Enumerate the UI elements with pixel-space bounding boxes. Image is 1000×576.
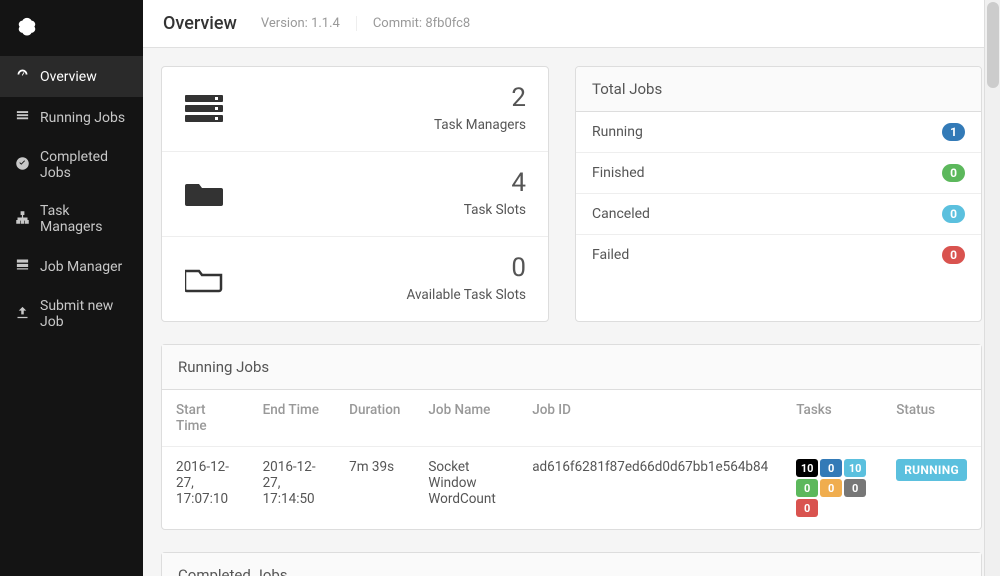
header: Overview Version: 1.1.4 Commit: 8fb0fc8 (143, 0, 1000, 48)
stat-task-slots: 4Task Slots (162, 152, 548, 237)
main: Overview Version: 1.1.4 Commit: 8fb0fc8 … (143, 0, 1000, 576)
logo (0, 10, 143, 56)
nav-running-jobs[interactable]: Running Jobs (0, 97, 143, 138)
total-label: Canceled (592, 206, 650, 222)
scrollbar-thumb[interactable] (987, 2, 999, 88)
total-row: Failed 0 (576, 235, 981, 275)
nav-overview[interactable]: Overview (0, 56, 143, 97)
panel-heading: Running Jobs (162, 345, 981, 390)
stat-available-slots: 0Available Task Slots (162, 237, 548, 321)
nav-label: Task Managers (40, 203, 129, 235)
task-badge: 0 (844, 479, 866, 497)
col-header: Job Name (414, 390, 518, 447)
nav-label: Running Jobs (40, 110, 125, 126)
panel-heading: Completed Jobs (162, 553, 981, 576)
folder-open-icon (184, 261, 224, 297)
nav-label: Submit new Job (40, 298, 129, 330)
nav-label: Completed Jobs (40, 149, 129, 181)
panel-heading: Total Jobs (576, 67, 981, 112)
col-header: Duration (335, 390, 414, 447)
col-header: Tasks (782, 390, 882, 447)
nav-task-managers[interactable]: Task Managers (0, 192, 143, 246)
task-badge: 10 (844, 459, 866, 477)
server-icon (14, 257, 30, 276)
count-badge: 0 (942, 164, 965, 182)
task-badge: 0 (796, 479, 818, 497)
version-meta: Version: 1.1.4 (261, 16, 340, 31)
commit-meta: Commit: 8fb0fc8 (356, 16, 470, 31)
running-jobs-panel: Running Jobs Start TimeEnd TimeDurationJ… (161, 344, 982, 530)
task-badge: 0 (796, 499, 818, 517)
stat-task-managers: 2Task Managers (162, 67, 548, 152)
page-title: Overview (163, 13, 237, 34)
task-badges: 100100000 (796, 459, 868, 517)
total-label: Finished (592, 165, 645, 181)
content[interactable]: 2Task Managers 4Task Slots 0Available Ta… (143, 48, 1000, 576)
total-row: Canceled 0 (576, 194, 981, 235)
nav-label: Overview (40, 69, 97, 85)
list-icon (14, 108, 30, 127)
col-header: Status (882, 390, 981, 447)
total-row: Finished 0 (576, 153, 981, 194)
total-row: Running 1 (576, 112, 981, 153)
table-row[interactable]: 2016-12-27, 17:07:102016-12-27, 17:14:50… (162, 447, 981, 530)
total-label: Failed (592, 247, 629, 263)
total-label: Running (592, 124, 643, 140)
total-jobs-panel: Total Jobs Running1Finished0Canceled0Fai… (575, 66, 982, 322)
dashboard-icon (14, 67, 30, 86)
server-bars-icon (184, 91, 224, 127)
col-header: Start Time (162, 390, 249, 447)
task-badge: 10 (796, 459, 818, 477)
cluster-stats-panel: 2Task Managers 4Task Slots 0Available Ta… (161, 66, 549, 322)
flink-logo-icon (16, 16, 38, 38)
status-badge: RUNNING (896, 459, 967, 481)
nav-completed-jobs[interactable]: Completed Jobs (0, 138, 143, 192)
check-circle-icon (14, 156, 30, 175)
task-badge: 0 (820, 479, 842, 497)
folder-icon (184, 176, 224, 212)
completed-jobs-panel: Completed Jobs Start TimeEnd TimeDuratio… (161, 552, 982, 576)
nav-label: Job Manager (40, 259, 122, 275)
nav-submit-job[interactable]: Submit new Job (0, 287, 143, 341)
count-badge: 0 (942, 246, 965, 264)
task-badge: 0 (820, 459, 842, 477)
sitemap-icon (14, 210, 30, 229)
count-badge: 1 (942, 123, 965, 141)
upload-icon (14, 305, 30, 324)
page-scrollbar[interactable] (984, 0, 1000, 576)
col-header: End Time (249, 390, 336, 447)
sidebar: Overview Running Jobs Completed Jobs Tas… (0, 0, 143, 576)
nav-job-manager[interactable]: Job Manager (0, 246, 143, 287)
col-header: Job ID (518, 390, 782, 447)
count-badge: 0 (942, 205, 965, 223)
